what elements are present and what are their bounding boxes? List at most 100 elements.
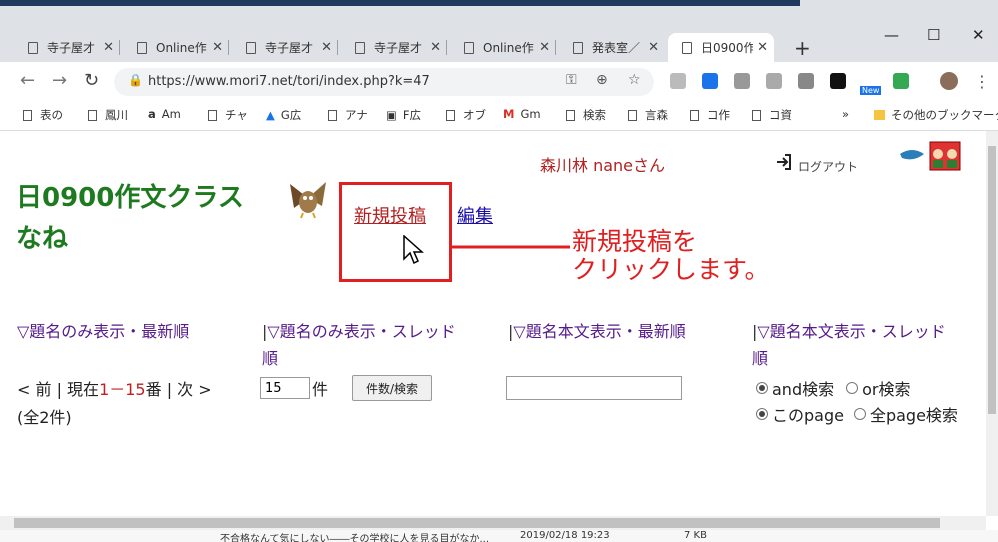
- bookmark-item[interactable]: チャ: [208, 107, 248, 123]
- avatar[interactable]: [940, 72, 958, 90]
- tab-3[interactable]: 寺子屋才 ✕: [232, 33, 338, 62]
- pager-next[interactable]: 番 | 次 >: [146, 380, 212, 399]
- folder-icon: [874, 110, 885, 120]
- bookmark-item[interactable]: 表の: [23, 107, 63, 123]
- chart-icon: ▣: [386, 108, 397, 122]
- search-scope-radios: このpage 全page検索: [756, 402, 958, 426]
- bookmark-item[interactable]: オブ: [446, 107, 486, 123]
- bookmark-item[interactable]: 言森: [628, 107, 668, 123]
- pager: < 前 | 現在1－15番 | 次 > (全2件): [17, 376, 212, 432]
- back-button[interactable]: ←: [20, 70, 35, 91]
- owl-icon: [290, 182, 326, 219]
- close-icon[interactable]: ✕: [648, 40, 659, 55]
- close-icon[interactable]: ✕: [539, 40, 550, 55]
- vertical-scroll-thumb[interactable]: [988, 146, 996, 414]
- bookmark-ext-icon[interactable]: [702, 73, 718, 89]
- star-icon[interactable]: ☆: [628, 72, 641, 88]
- sort-body-latest[interactable]: |▽題名本文表示・最新順: [508, 318, 686, 345]
- amazon-icon: a: [148, 107, 156, 121]
- close-icon[interactable]: ✕: [321, 40, 332, 55]
- page-icon: [328, 109, 337, 121]
- key-icon[interactable]: ⚿: [566, 72, 577, 88]
- horizontal-scroll-thumb[interactable]: [14, 518, 940, 528]
- minimize-button[interactable]: —: [884, 26, 899, 44]
- reload-button[interactable]: ↻: [84, 70, 99, 91]
- url-text[interactable]: https://www.mori7.net/tori/index.php?k=4…: [148, 74, 430, 89]
- this-page-radio[interactable]: [756, 408, 768, 420]
- or-radio[interactable]: [846, 382, 859, 394]
- search-mode-radios: and検索 or検索: [756, 376, 910, 400]
- lock-icon[interactable]: 🔒: [128, 73, 143, 87]
- bookmark-item[interactable]: M Gm: [503, 107, 541, 121]
- media-ext-icon[interactable]: [830, 73, 846, 89]
- count-search-button[interactable]: 件数/検索: [352, 375, 432, 401]
- all-page-radio[interactable]: [853, 408, 866, 420]
- bookmark-item[interactable]: a Am: [148, 107, 181, 121]
- extension-icon[interactable]: [670, 73, 686, 89]
- page-icon: [137, 41, 147, 54]
- sort-body-thread[interactable]: |▽題名本文表示・スレッド順: [752, 318, 982, 372]
- maximize-button[interactable]: ☐: [927, 26, 940, 44]
- bookmark-item[interactable]: コ作: [690, 107, 730, 123]
- tab-2[interactable]: Online作 ✕: [123, 33, 229, 62]
- user-name: 森川林 naneさん: [540, 156, 666, 175]
- close-icon[interactable]: ✕: [430, 40, 441, 55]
- background-window-row: 不合格なんて気にしない――その学校に人を見る目がなか... 2019/02/18…: [0, 530, 998, 542]
- bookmark-item[interactable]: ▲ G広: [266, 107, 301, 123]
- new-tab-button[interactable]: +: [794, 36, 811, 60]
- page-icon: [208, 109, 217, 121]
- forward-button[interactable]: →: [52, 70, 67, 91]
- window-top-bar: [0, 0, 800, 6]
- close-icon[interactable]: ✕: [212, 40, 223, 55]
- site-title: 日0900作文クラスなね: [16, 183, 244, 254]
- bookmark-item[interactable]: アナ: [328, 107, 368, 123]
- menu-icon[interactable]: ⋮: [974, 72, 990, 91]
- page-icon: [682, 41, 692, 54]
- page-icon: [573, 41, 583, 54]
- logout-link[interactable]: ログアウト: [774, 148, 858, 175]
- bird-family-icon: [900, 141, 961, 171]
- and-radio[interactable]: [756, 382, 768, 394]
- sort-title-thread[interactable]: |▽題名のみ表示・スレッド順: [262, 318, 492, 372]
- page-icon: [446, 109, 455, 121]
- close-window-button[interactable]: ✕: [972, 26, 985, 44]
- page-icon: [566, 109, 575, 121]
- bookmark-item[interactable]: 検索: [566, 107, 606, 123]
- chart-ext-icon[interactable]: [734, 73, 750, 89]
- bookmark-item[interactable]: 鳳川: [88, 107, 128, 123]
- search-input[interactable]: [506, 376, 682, 400]
- pager-range: 1－15: [99, 380, 146, 399]
- page-icon: [246, 41, 256, 54]
- bookmark-item[interactable]: コ資: [752, 107, 792, 123]
- instruction-annotation: 新規投稿を クリックします。: [572, 227, 770, 284]
- page-icon: [628, 109, 637, 121]
- new-badge[interactable]: New: [860, 86, 882, 95]
- count-input[interactable]: [260, 377, 310, 399]
- more-bookmarks-button[interactable]: »: [842, 107, 849, 121]
- page-icon: [690, 109, 699, 121]
- cursor-icon: [403, 235, 424, 265]
- drive-icon[interactable]: [893, 73, 909, 89]
- tab-4[interactable]: 寺子屋才 ✕: [341, 33, 447, 62]
- edit-link[interactable]: 編集: [457, 202, 493, 228]
- new-post-link[interactable]: 新規投稿: [354, 202, 426, 228]
- google-ads-icon: ▲: [266, 108, 275, 122]
- tab-5[interactable]: Online作 ✕: [450, 33, 556, 62]
- bookmark-item[interactable]: ▣ F広: [386, 107, 421, 123]
- camera-ext-icon[interactable]: [766, 73, 782, 89]
- close-icon[interactable]: ✕: [103, 40, 114, 55]
- page-icon: [28, 41, 38, 54]
- logout-icon: [777, 153, 791, 170]
- zoom-icon[interactable]: ⊕: [596, 72, 608, 88]
- highlight-box: [339, 182, 452, 282]
- page-icon: [355, 41, 365, 54]
- pager-prev[interactable]: < 前 | 現在: [17, 380, 99, 399]
- close-icon[interactable]: ✕: [757, 40, 768, 55]
- tab-6[interactable]: 発表室／ ✕: [559, 33, 665, 62]
- code-ext-icon[interactable]: [798, 73, 814, 89]
- other-bookmarks[interactable]: その他のブックマーク: [874, 107, 998, 123]
- tab-1[interactable]: 寺子屋才 ✕: [14, 33, 120, 62]
- tab-active[interactable]: 日0900作 ✕: [668, 33, 774, 62]
- sort-title-latest[interactable]: ▽題名のみ表示・最新順: [17, 318, 189, 345]
- page-icon: [464, 41, 474, 54]
